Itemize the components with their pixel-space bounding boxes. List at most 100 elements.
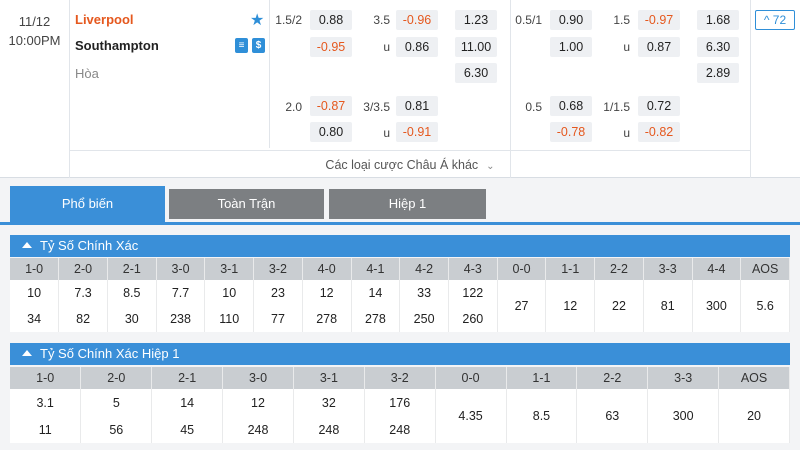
odds-cell[interactable]: 0.72 (638, 96, 680, 116)
odds-cell[interactable]: 0.81 (396, 96, 438, 116)
score-header: 3-3 (643, 258, 693, 280)
hdp-line: 0.5 (525, 100, 542, 114)
odds-cell[interactable]: 5 (80, 389, 153, 416)
odds-cell[interactable]: 22 (594, 280, 644, 332)
odds-cell[interactable]: 250 (399, 306, 449, 332)
section-correct-score-h1[interactable]: Tỷ Số Chính Xác Hiệp 1 (10, 343, 790, 365)
match-date: 11/12 (18, 14, 51, 29)
odds-cell[interactable]: 77 (253, 306, 303, 332)
odds-cell[interactable]: 110 (204, 306, 255, 332)
odds-cell[interactable]: 11.00 (455, 37, 497, 57)
odds-cell[interactable]: -0.96 (396, 10, 438, 30)
odds-cell[interactable]: 238 (156, 306, 206, 332)
odds-cell[interactable]: 300 (692, 280, 742, 332)
odds-cell[interactable]: 278 (302, 306, 352, 332)
chevron-up-icon: ^ (763, 13, 773, 27)
section-correct-score[interactable]: Tỷ Số Chính Xác (10, 235, 790, 257)
odds-cell[interactable]: 0.86 (396, 37, 438, 57)
odds-cell[interactable]: 0.90 (550, 10, 592, 30)
odds-cell[interactable]: 7.7 (156, 280, 206, 306)
odds-cell[interactable]: 20 (718, 389, 790, 443)
correct-score-table: 1-0 2-0 2-1 3-0 3-1 3-2 4-0 4-1 4-2 4-3 0-0 1-1 2-2 3… (10, 258, 790, 332)
odds-cell[interactable]: 260 (448, 306, 498, 332)
score-header: 1-0 (10, 258, 60, 280)
odds-cell[interactable]: -0.91 (396, 122, 438, 142)
odds-cell[interactable]: 34 (10, 306, 60, 332)
odds-cell[interactable]: 248 (364, 416, 436, 443)
score-header: 3-1 (204, 258, 255, 280)
odds-cell[interactable]: 6.30 (697, 37, 739, 57)
tab-full-match[interactable]: Toàn Trận (169, 189, 324, 219)
odds-cell[interactable]: 2.89 (697, 63, 739, 83)
dollar-icon[interactable]: $ (252, 38, 265, 53)
odds-cell[interactable]: 30 (107, 306, 157, 332)
odds-cell[interactable]: -0.78 (550, 122, 592, 142)
away-team[interactable]: Southampton (75, 38, 159, 53)
odds-cell[interactable]: 56 (80, 416, 153, 443)
odds-cell[interactable]: 63 (576, 389, 649, 443)
tab-first-half[interactable]: Hiệp 1 (329, 189, 486, 219)
odds-cell[interactable]: 45 (151, 416, 224, 443)
odds-cell[interactable]: 10 (204, 280, 255, 306)
score-header: 1-1 (545, 258, 596, 280)
odds-cell[interactable]: 81 (643, 280, 693, 332)
table-row: 3.1 5 14 12 32 176 4.35 8.5 63 300 20 (10, 389, 790, 443)
odds-cell[interactable]: 248 (293, 416, 365, 443)
odds-cell[interactable]: -0.87 (310, 96, 352, 116)
odds-cell[interactable]: 1.00 (550, 37, 592, 57)
odds-cell[interactable]: 0.80 (310, 122, 352, 142)
odds-cell[interactable]: 32 (293, 389, 365, 416)
odds-cell[interactable]: -0.82 (638, 122, 680, 142)
odds-cell[interactable]: 12 (545, 280, 596, 332)
odds-cell[interactable]: 278 (351, 306, 401, 332)
odds-cell[interactable]: 12 (222, 389, 294, 416)
table-row: 10 7.3 8.5 7.7 10 23 12 14 33 122 27 12 22 81 300 5.6 (10, 280, 790, 332)
odds-cell[interactable]: 10 (10, 280, 60, 306)
odds-cell[interactable]: -0.97 (638, 10, 680, 30)
score-header: 2-2 (576, 367, 649, 389)
score-header: 4-0 (302, 258, 352, 280)
odds-cell[interactable]: 7.3 (58, 280, 108, 306)
teams-block: Liverpool Southampton Hòa ★ ≡ $ (70, 0, 270, 148)
odds-cell[interactable]: 122 (448, 280, 498, 306)
odds-cell[interactable]: 1.23 (455, 10, 497, 30)
star-icon[interactable]: ★ (250, 10, 264, 30)
odds-cell[interactable]: 0.68 (550, 96, 592, 116)
odds-cell[interactable]: 33 (399, 280, 449, 306)
stats-icon[interactable]: ≡ (235, 38, 248, 53)
odds-cell[interactable]: 8.5 (107, 280, 157, 306)
correct-score-h1-table: 1-0 2-0 2-1 3-0 3-1 3-2 0-0 1-1 2-2 3-3 AOS 3.1 5 14… (10, 367, 790, 443)
odds-cell[interactable]: 23 (253, 280, 303, 306)
score-header: 3-0 (222, 367, 294, 389)
odds-cell[interactable]: 3.1 (10, 389, 82, 416)
odds-cell[interactable]: 82 (58, 306, 108, 332)
odds-cell[interactable]: 0.87 (638, 37, 680, 57)
more-markets-button[interactable]: ^ 72 (755, 10, 795, 30)
odds-cell[interactable]: 14 (151, 389, 224, 416)
odds-cell[interactable]: 176 (364, 389, 436, 416)
odds-cell[interactable]: 1.68 (697, 10, 739, 30)
caret-up-icon (22, 242, 32, 248)
odds-cell[interactable]: 12 (302, 280, 352, 306)
odds-cell[interactable]: 248 (222, 416, 294, 443)
score-header: 4-3 (448, 258, 498, 280)
odds-cell[interactable]: 8.5 (506, 389, 578, 443)
odds-cell[interactable]: 0.88 (310, 10, 352, 30)
ou-line: 1/1.5 (603, 100, 630, 114)
odds-cell[interactable]: 5.6 (740, 280, 790, 332)
odds-cell[interactable]: 27 (497, 280, 547, 332)
odds-cell[interactable]: -0.95 (310, 37, 352, 57)
other-bets-label: Các loại cược Châu Á khác (325, 158, 479, 172)
odds-cell[interactable]: 11 (10, 416, 82, 443)
other-asian-bets-toggle[interactable]: Các loại cược Châu Á khác ⌄ (70, 150, 750, 178)
score-header: AOS (740, 258, 790, 280)
score-header: 3-0 (156, 258, 206, 280)
match-time: 10:00PM (8, 33, 61, 48)
odds-cell[interactable]: 4.35 (435, 389, 507, 443)
score-header: 3-3 (647, 367, 720, 389)
odds-cell[interactable]: 6.30 (455, 63, 497, 83)
tab-popular[interactable]: Phổ biến (10, 186, 165, 224)
home-team[interactable]: Liverpool (75, 12, 134, 27)
odds-cell[interactable]: 14 (351, 280, 401, 306)
odds-cell[interactable]: 300 (647, 389, 720, 443)
